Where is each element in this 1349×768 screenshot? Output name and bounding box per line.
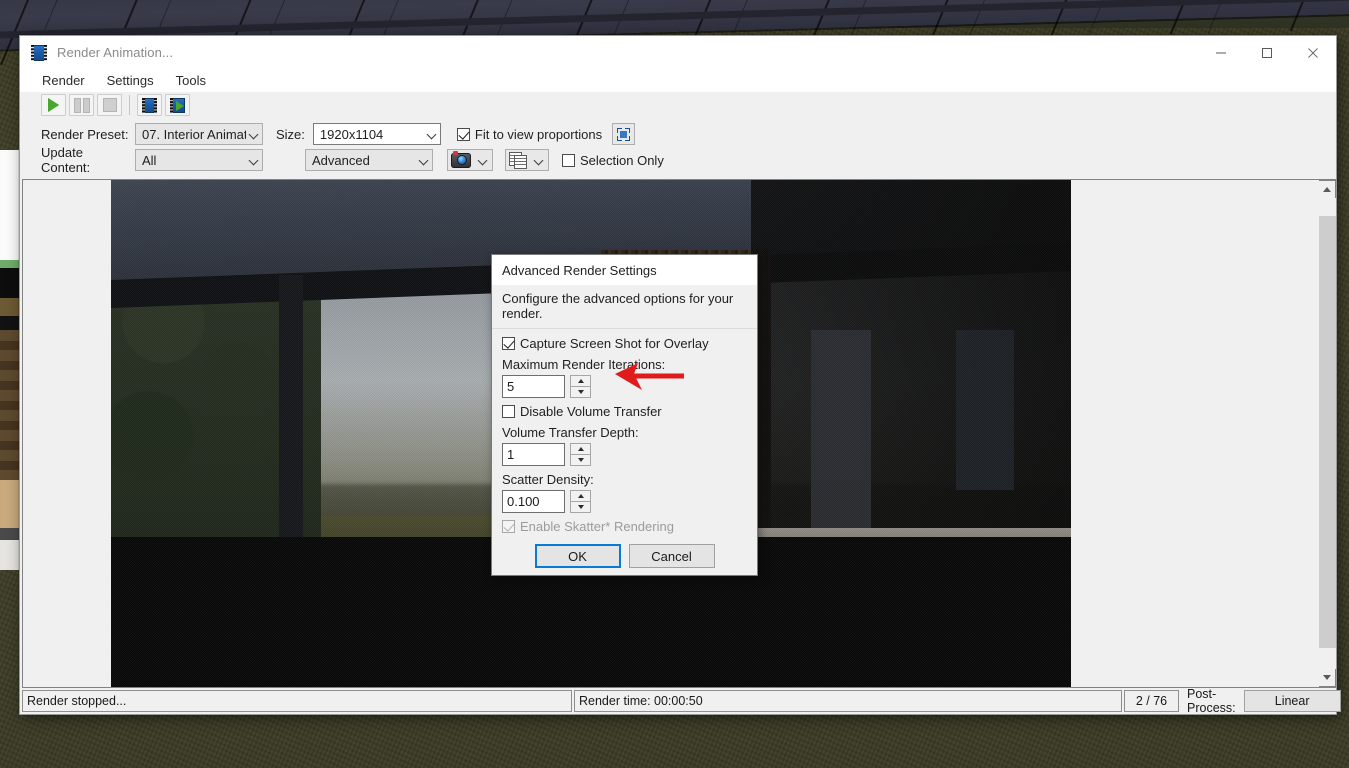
enable-skatter-label: Enable Skatter* Rendering	[520, 519, 674, 534]
pages-split-button[interactable]	[505, 149, 549, 171]
fit-to-view-checkbox[interactable]: Fit to view proportions	[456, 126, 603, 142]
maximize-button[interactable]	[1244, 36, 1290, 69]
quality-select[interactable]: Advanced	[305, 149, 433, 171]
checkbox-box	[456, 127, 470, 141]
enable-skatter-checkbox: Enable Skatter* Rendering	[502, 519, 747, 534]
scroll-down-icon[interactable]	[1319, 669, 1336, 686]
scatter-density-spin-buttons[interactable]	[570, 490, 591, 513]
stop-icon	[102, 98, 117, 112]
render-preset-value: 07. Interior Animatic	[142, 126, 246, 142]
ok-button[interactable]: OK	[534, 544, 621, 568]
toolbar-separator	[129, 95, 130, 115]
camera-split-button[interactable]	[447, 149, 493, 171]
checkbox-box	[502, 405, 515, 418]
spin-up-icon[interactable]	[570, 375, 591, 386]
film-strip-button[interactable]	[137, 94, 162, 116]
render-time: Render time: 00:00:50	[574, 690, 1122, 712]
update-content-label: Update Content:	[41, 145, 91, 175]
checkbox-box	[502, 520, 515, 533]
scatter-density-stepper[interactable]	[502, 490, 747, 513]
red-left-arrow-annotation	[615, 363, 684, 390]
play-icon	[48, 98, 59, 112]
film-play-button[interactable]	[165, 94, 190, 116]
menu-render[interactable]: Render	[42, 73, 85, 88]
camera-icon	[451, 150, 471, 168]
menu-settings[interactable]: Settings	[107, 73, 154, 88]
window-controls	[1198, 36, 1336, 69]
dialog-subtitle: Configure the advanced options for your …	[492, 285, 757, 329]
chevron-down-icon	[535, 156, 544, 165]
advanced-render-settings-dialog: Advanced Render Settings Configure the a…	[491, 254, 758, 576]
scroll-up-icon[interactable]	[1319, 181, 1336, 198]
size-select[interactable]: 1920x1104	[312, 123, 441, 145]
options-row-2: Update Content: All Advanced Selection O…	[41, 145, 1336, 175]
size-value: 1920x1104	[319, 126, 384, 142]
menubar: Render Settings Tools	[20, 69, 1336, 91]
window-titlebar[interactable]: Render Animation...	[20, 36, 1336, 69]
stop-render-button[interactable]	[97, 94, 122, 116]
quality-value: Advanced	[312, 152, 370, 168]
options-panel: Render Preset: 07. Interior Animatic Siz…	[20, 118, 1336, 179]
selection-only-checkbox[interactable]: Selection Only	[562, 153, 664, 168]
film-icon	[142, 97, 157, 113]
post-process-button[interactable]: Linear	[1243, 690, 1341, 712]
scatter-density-input[interactable]	[502, 490, 565, 513]
dialog-title: Advanced Render Settings	[492, 255, 757, 285]
options-row-1: Render Preset: 07. Interior Animatic Siz…	[41, 122, 1336, 146]
volume-transfer-depth-input[interactable]	[502, 443, 565, 466]
volume-transfer-depth-label: Volume Transfer Depth:	[502, 425, 639, 440]
scrollbar-track[interactable]	[1318, 198, 1336, 669]
pages-icon	[509, 152, 527, 169]
minimize-button[interactable]	[1198, 36, 1244, 69]
post-process-label: Post-Process:	[1187, 687, 1236, 715]
update-content-value: All	[142, 152, 157, 168]
disable-volume-transfer-label: Disable Volume Transfer	[520, 404, 662, 419]
checkbox-box	[562, 153, 575, 167]
pause-icon	[73, 97, 90, 113]
disable-volume-transfer-checkbox[interactable]: Disable Volume Transfer	[502, 404, 747, 419]
spin-up-icon[interactable]	[570, 443, 591, 454]
chevron-down-icon	[420, 156, 429, 165]
fit-to-view-label: Fit to view proportions	[474, 126, 603, 142]
render-preset-select[interactable]: 07. Interior Animatic	[135, 123, 263, 145]
preview-vertical-scrollbar[interactable]	[1318, 180, 1336, 687]
scrollbar-thumb[interactable]	[1318, 216, 1336, 648]
fit-proportions-button[interactable]	[612, 123, 636, 145]
spin-down-icon[interactable]	[570, 454, 591, 466]
dialog-footer: OK Cancel	[492, 540, 757, 580]
toolbar	[20, 91, 1336, 118]
cancel-button[interactable]: Cancel	[628, 544, 715, 568]
size-label: Size:	[276, 126, 305, 142]
volume-transfer-depth-spin-buttons[interactable]	[570, 443, 591, 466]
checkbox-box	[502, 337, 515, 350]
volume-transfer-depth-stepper[interactable]	[502, 443, 747, 466]
statusbar: Render stopped... Render time: 00:00:50 …	[20, 687, 1341, 715]
scatter-density-label: Scatter Density:	[502, 472, 594, 487]
spin-up-icon[interactable]	[570, 490, 591, 501]
background-window-sliver[interactable]	[0, 150, 21, 570]
pause-render-button[interactable]	[69, 94, 94, 116]
spin-down-icon[interactable]	[570, 501, 591, 513]
chevron-down-icon	[479, 156, 488, 165]
chevron-down-icon	[250, 156, 259, 165]
spin-down-icon[interactable]	[570, 386, 591, 398]
status-message: Render stopped...	[22, 690, 572, 712]
chevron-down-icon	[428, 130, 437, 139]
film-strip-icon	[31, 44, 47, 61]
update-content-select[interactable]: All	[135, 149, 263, 171]
selection-only-label: Selection Only	[580, 152, 664, 168]
film-play-icon	[170, 97, 185, 113]
fit-proportions-icon	[617, 127, 631, 141]
close-button[interactable]	[1290, 36, 1336, 69]
frame-counter: 2 / 76	[1124, 690, 1179, 712]
render-preset-label: Render Preset:	[41, 126, 129, 142]
play-render-button[interactable]	[41, 94, 66, 116]
max-iterations-spin-buttons[interactable]	[570, 375, 591, 398]
capture-screenshot-checkbox[interactable]: Capture Screen Shot for Overlay	[502, 336, 747, 351]
chevron-down-icon	[250, 130, 259, 139]
menu-tools[interactable]: Tools	[176, 73, 206, 88]
max-iterations-input[interactable]	[502, 375, 565, 398]
capture-screenshot-label: Capture Screen Shot for Overlay	[520, 336, 709, 351]
window-title: Render Animation...	[57, 45, 174, 60]
